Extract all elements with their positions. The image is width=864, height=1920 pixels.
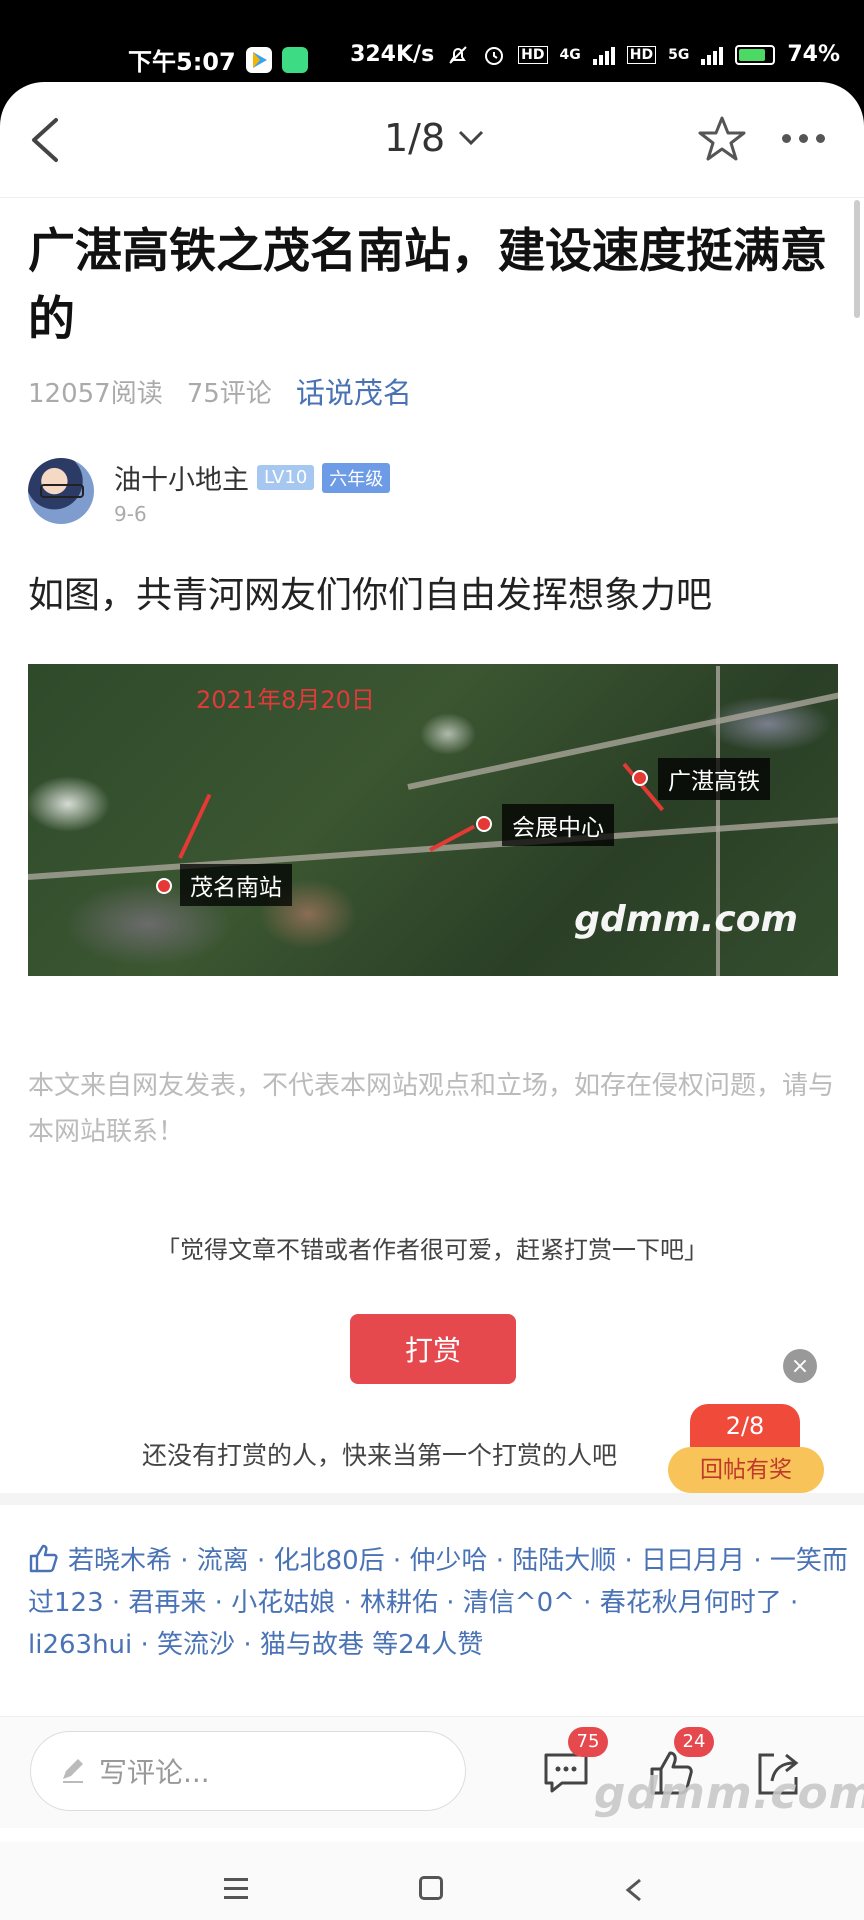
thumb-up-icon — [29, 1544, 58, 1573]
reply-reward-button[interactable]: 回帖有奖 — [668, 1447, 824, 1493]
back-icon[interactable] — [24, 112, 68, 168]
scrollbar[interactable] — [854, 200, 860, 318]
status-bar: 下午5:07 324K/s HD 4G HD 5G 74% — [0, 0, 864, 86]
top-nav: 1/8 — [0, 82, 864, 198]
author-name-row: 油十小地主 LV10 六年级 — [114, 458, 391, 497]
home-icon[interactable] — [419, 1876, 443, 1900]
status-left: 下午5:07 — [128, 42, 308, 77]
system-nav-bar — [0, 1842, 864, 1920]
article-page: 1/8 广湛高铁之茂名南站，建设速度挺满意的 12057阅读 75评论 话说茂名… — [0, 82, 864, 1920]
signal-icon-2 — [701, 45, 724, 65]
battery-icon — [735, 44, 776, 65]
status-time: 下午5:07 — [128, 48, 236, 76]
article-image[interactable]: 2021年8月20日 广湛高铁 会展中心 茂名南站 gdmm.com — [28, 664, 838, 976]
float-page-indicator[interactable]: 2/8 — [690, 1404, 800, 1452]
image-date-label: 2021年8月20日 — [196, 686, 375, 714]
favorite-star-icon[interactable] — [696, 114, 748, 166]
image-watermark: gdmm.com — [574, 899, 798, 940]
mute-bell-icon — [449, 45, 467, 64]
grade-badge: 六年级 — [322, 462, 391, 493]
comment-placeholder: 写评论... — [99, 1756, 210, 1789]
likes-names: 若晓木希 · 流离 · 化北80后 · 仲少哈 · 陆陆大顺 · 日曰月月 · … — [28, 1546, 848, 1660]
author-name[interactable]: 油十小地主 — [114, 458, 249, 497]
battery-level: 74% — [787, 42, 840, 67]
label-railway: 广湛高铁 — [658, 758, 770, 800]
article-meta: 12057阅读 75评论 话说茂名 — [28, 370, 412, 412]
no-reward-text: 还没有打赏的人，快来当第一个打赏的人吧 — [142, 1441, 618, 1470]
road — [407, 688, 838, 790]
label-maoming-south: 茂名南站 — [180, 864, 292, 906]
post-date: 9-6 — [114, 502, 147, 526]
article-body: 如图，共青河网友们你们自由发挥想象力吧 — [28, 575, 713, 616]
reward-prompt: 「觉得文章不错或者作者很可爱，赶紧打赏一下吧」 — [156, 1236, 708, 1264]
comment-count-badge: 75 — [568, 1727, 608, 1757]
signal-icon — [592, 45, 615, 65]
marker-3 — [156, 878, 172, 894]
comment-input[interactable]: 写评论... — [30, 1731, 466, 1811]
page-watermark: gdmm.com — [594, 1768, 864, 1819]
disclaimer: 本文来自网友发表，不代表本网站观点和立场，如存在侵权问题，请与本网站联系！ — [28, 1071, 835, 1147]
comment-count: 75评论 — [186, 378, 272, 409]
play-store-icon — [245, 46, 272, 73]
avatar[interactable] — [28, 458, 94, 524]
article-title: 广湛高铁之茂名南站，建设速度挺满意的 — [28, 224, 827, 347]
author-block[interactable]: 油十小地主 LV10 六年级 9-6 — [28, 458, 828, 528]
page-indicator: 1/8 — [384, 116, 446, 160]
hd-badge-2: HD — [626, 45, 657, 64]
hd-badge: HD — [518, 45, 548, 64]
like-count-badge: 24 — [674, 1727, 714, 1757]
close-float-icon[interactable]: × — [783, 1349, 817, 1383]
page-selector[interactable]: 1/8 — [384, 116, 485, 160]
read-count: 12057阅读 — [28, 378, 163, 409]
network-5g: 5G — [668, 46, 690, 63]
android-app-icon — [281, 46, 308, 73]
section-divider — [0, 1493, 864, 1505]
back-nav-icon[interactable] — [622, 1876, 646, 1904]
level-badge: LV10 — [257, 465, 315, 490]
status-right: 324K/s HD 4G HD 5G 74% — [350, 42, 840, 67]
likes-list[interactable]: 若晓木希 · 流离 · 化北80后 · 仲少哈 · 陆陆大顺 · 日曰月月 · … — [28, 1540, 848, 1666]
network-4g: 4G — [559, 46, 581, 63]
network-speed: 324K/s — [350, 42, 435, 67]
chevron-down-icon — [459, 130, 484, 146]
pencil-icon — [63, 1759, 83, 1783]
reward-button[interactable]: 打赏 — [350, 1314, 516, 1384]
arrow-marker-3 — [178, 793, 212, 859]
topic-link[interactable]: 话说茂名 — [296, 370, 412, 412]
marker-2 — [476, 816, 492, 832]
label-expo-center: 会展中心 — [502, 804, 614, 846]
recent-apps-icon[interactable] — [224, 1878, 248, 1899]
marker-1 — [632, 770, 648, 786]
more-options-icon[interactable] — [782, 134, 825, 143]
alarm-icon — [485, 46, 504, 65]
